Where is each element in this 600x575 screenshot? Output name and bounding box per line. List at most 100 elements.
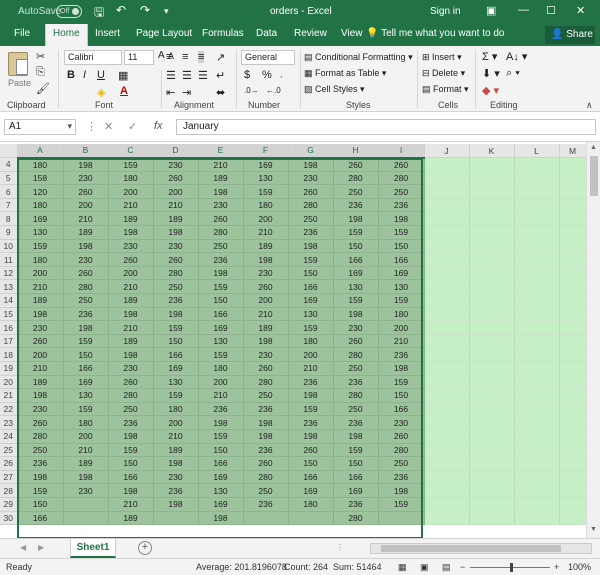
- cell[interactable]: 180: [153, 402, 199, 417]
- paste-button[interactable]: [8, 52, 28, 76]
- cell[interactable]: 236: [378, 470, 425, 485]
- cell[interactable]: [559, 483, 587, 498]
- cell[interactable]: 200: [17, 347, 64, 362]
- row-header[interactable]: 23: [0, 415, 18, 430]
- row-header[interactable]: 16: [0, 320, 18, 335]
- cell[interactable]: 198: [153, 456, 199, 471]
- cell[interactable]: 260: [63, 266, 109, 281]
- italic-button[interactable]: I: [83, 69, 86, 81]
- cell[interactable]: 198: [243, 429, 289, 444]
- cell[interactable]: 169: [153, 361, 199, 376]
- cell[interactable]: 169: [17, 211, 64, 227]
- cell[interactable]: [514, 415, 560, 430]
- cell[interactable]: [559, 388, 587, 403]
- row-header[interactable]: 19: [0, 361, 18, 376]
- cell[interactable]: 250: [153, 279, 199, 295]
- share-button[interactable]: 👤 Share: [545, 26, 595, 44]
- cell[interactable]: 250: [288, 211, 334, 227]
- row-header[interactable]: 27: [0, 470, 18, 485]
- cell[interactable]: [288, 511, 334, 526]
- align-bottom-icon[interactable]: ≡: [198, 51, 205, 63]
- cell[interactable]: [559, 252, 587, 267]
- cell[interactable]: [424, 347, 470, 362]
- cell[interactable]: 280: [333, 511, 379, 526]
- fill-color-icon[interactable]: ◈: [97, 86, 105, 99]
- find-select-icon[interactable]: ⌕ ▾: [506, 67, 520, 80]
- cell[interactable]: [469, 157, 515, 172]
- cell[interactable]: 200: [243, 211, 289, 227]
- cell[interactable]: [559, 184, 587, 199]
- cell[interactable]: [469, 279, 515, 295]
- cell[interactable]: [514, 375, 560, 390]
- undo-icon[interactable]: ↶: [116, 3, 126, 17]
- cell[interactable]: 210: [198, 157, 244, 172]
- cell[interactable]: 180: [378, 307, 425, 322]
- cell[interactable]: 200: [17, 266, 64, 281]
- row-header[interactable]: 6: [0, 184, 18, 199]
- cell[interactable]: 236: [198, 252, 244, 267]
- cell[interactable]: 198: [333, 429, 379, 444]
- cell[interactable]: 189: [198, 171, 244, 186]
- cell[interactable]: [559, 497, 587, 512]
- cell[interactable]: [424, 198, 470, 213]
- cell[interactable]: 189: [243, 239, 289, 254]
- cell[interactable]: 230: [17, 320, 64, 335]
- cell[interactable]: [469, 470, 515, 485]
- cell[interactable]: [424, 239, 470, 254]
- cell[interactable]: 210: [198, 388, 244, 403]
- cell[interactable]: 260: [288, 443, 334, 458]
- cell[interactable]: 169: [198, 470, 244, 485]
- cell[interactable]: 198: [63, 157, 109, 172]
- cell[interactable]: [424, 266, 470, 281]
- select-all-corner[interactable]: [0, 144, 18, 159]
- zoom-slider-knob[interactable]: [510, 563, 513, 572]
- cell[interactable]: [514, 171, 560, 186]
- cell[interactable]: [469, 266, 515, 281]
- cell[interactable]: 189: [153, 443, 199, 458]
- cell[interactable]: 230: [153, 157, 199, 172]
- cell[interactable]: 169: [63, 375, 109, 390]
- cell[interactable]: [243, 511, 289, 526]
- cell[interactable]: 250: [108, 402, 154, 417]
- save-icon[interactable]: 🖫: [94, 3, 104, 24]
- row-header[interactable]: 26: [0, 456, 18, 471]
- cell[interactable]: 260: [288, 184, 334, 199]
- scroll-up-icon[interactable]: ▲: [590, 144, 597, 151]
- cell[interactable]: 230: [108, 239, 154, 254]
- cell[interactable]: 150: [378, 388, 425, 403]
- cell[interactable]: 250: [63, 293, 109, 308]
- cell[interactable]: [469, 211, 515, 227]
- cell[interactable]: 200: [153, 415, 199, 430]
- cell[interactable]: [514, 320, 560, 335]
- cell[interactable]: [378, 511, 425, 526]
- align-center-icon[interactable]: ☰: [182, 69, 192, 82]
- cell[interactable]: 198: [63, 239, 109, 254]
- increase-indent-icon[interactable]: ⇥: [182, 86, 191, 99]
- cell[interactable]: 189: [108, 334, 154, 349]
- cell[interactable]: 250: [333, 361, 379, 376]
- cell[interactable]: 260: [198, 211, 244, 227]
- cell[interactable]: [559, 293, 587, 308]
- cell[interactable]: 260: [333, 157, 379, 172]
- cell[interactable]: 159: [63, 402, 109, 417]
- cell[interactable]: [424, 252, 470, 267]
- cell[interactable]: 280: [333, 347, 379, 362]
- cell[interactable]: 150: [153, 334, 199, 349]
- cell[interactable]: 180: [108, 171, 154, 186]
- row-header[interactable]: 7: [0, 198, 18, 213]
- cell[interactable]: 169: [288, 293, 334, 308]
- next-sheet-icon[interactable]: ▶: [38, 543, 44, 552]
- cell[interactable]: 198: [108, 307, 154, 322]
- cell[interactable]: 280: [108, 388, 154, 403]
- fill-icon[interactable]: ⬇ ▾: [482, 67, 500, 80]
- cell[interactable]: 250: [333, 402, 379, 417]
- cell[interactable]: 280: [333, 171, 379, 186]
- cell[interactable]: 159: [333, 225, 379, 240]
- cell[interactable]: 166: [288, 279, 334, 295]
- cell[interactable]: 198: [198, 511, 244, 526]
- row-header[interactable]: 9: [0, 225, 18, 240]
- column-header[interactable]: L: [514, 144, 560, 159]
- normal-view-icon[interactable]: ▦: [398, 562, 407, 573]
- cell[interactable]: [424, 388, 470, 403]
- cell[interactable]: 159: [153, 320, 199, 335]
